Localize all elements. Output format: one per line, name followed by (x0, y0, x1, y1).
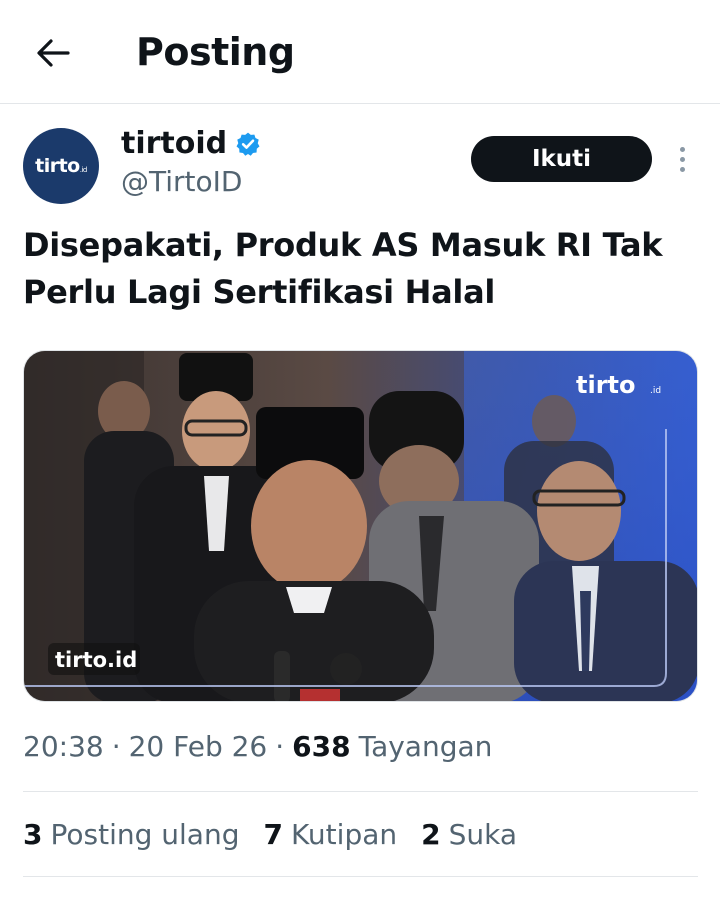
likes-stat[interactable]: 2 Suka (421, 818, 517, 851)
reposts-label: Posting ulang (50, 818, 240, 851)
arrow-left-icon (37, 39, 70, 67)
reposts-count: 3 (23, 818, 43, 851)
post-date[interactable]: 20 Feb 26 (129, 730, 268, 763)
display-name[interactable]: tirtoid (121, 126, 227, 161)
top-bar: Posting (0, 0, 720, 104)
meta-separator: · (111, 730, 121, 763)
quotes-label: Kutipan (290, 818, 398, 851)
media-logo-top: tirto (576, 371, 636, 399)
quotes-stat[interactable]: 7 Kutipan (263, 818, 397, 851)
follow-button[interactable]: Ikuti (471, 136, 652, 182)
verified-badge-icon (236, 132, 260, 156)
divider (23, 876, 698, 877)
avatar-logo: tirto.id (35, 155, 87, 177)
divider (23, 791, 698, 792)
post-time[interactable]: 20:38 (23, 730, 104, 763)
post-meta: 20:38 · 20 Feb 26 · 638 Tayangan (23, 730, 492, 763)
reposts-stat[interactable]: 3 Posting ulang (23, 818, 239, 851)
meta-separator: · (275, 730, 285, 763)
more-options-icon[interactable] (668, 143, 696, 175)
avatar[interactable]: tirto.id (23, 128, 99, 204)
likes-label: Suka (448, 818, 518, 851)
author-name-row[interactable]: tirtoid (121, 126, 261, 161)
media-logo-top-suffix: .id (650, 386, 661, 396)
page-title: Posting (136, 30, 295, 74)
media-logo-bottom: tirto.id (55, 648, 137, 672)
post-text: Disepakati, Produk AS Masuk RI Tak Perlu… (23, 226, 663, 311)
quotes-count: 7 (263, 818, 283, 851)
views-label: Tayangan (358, 730, 493, 763)
author-handle[interactable]: @TirtoID (121, 165, 242, 198)
post-stats: 3 Posting ulang 7 Kutipan 2 Suka (23, 818, 517, 851)
likes-count: 2 (421, 818, 441, 851)
post-image[interactable]: tirto .id tirto.id (23, 350, 698, 702)
views-count: 638 (292, 730, 351, 763)
back-button[interactable] (28, 28, 78, 78)
